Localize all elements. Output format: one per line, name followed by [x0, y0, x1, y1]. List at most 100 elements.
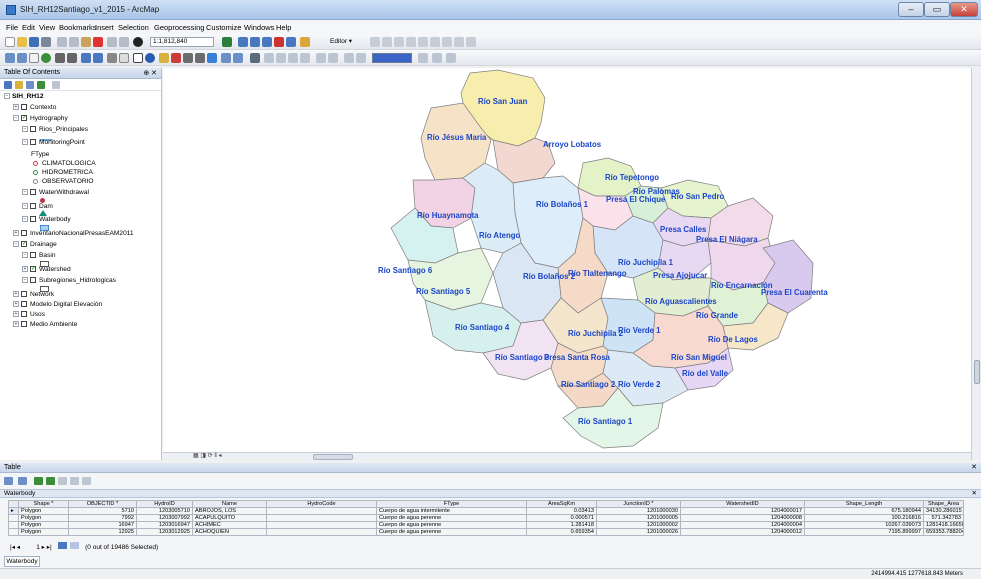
table-cell[interactable]: 1203016947: [136, 521, 193, 529]
time-slider-icon[interactable]: [233, 53, 243, 63]
forward-extent-icon[interactable]: [93, 53, 103, 63]
table-cell[interactable]: 1203012925: [136, 528, 193, 536]
editor-menu[interactable]: Editor ▾: [330, 37, 352, 45]
draw-icon-2[interactable]: [356, 53, 366, 63]
view-toggle-buttons[interactable]: ▦ ◨ ⟳ ‖ ◂: [163, 453, 223, 461]
row-selector[interactable]: [8, 521, 19, 529]
menu-view[interactable]: View: [39, 23, 55, 32]
table-cell[interactable]: 1.281418: [526, 521, 597, 529]
toc-item[interactable]: − ✓ Drainage: [13, 240, 57, 249]
column-header[interactable]: WatershedID: [680, 500, 805, 508]
create-features-icon[interactable]: [466, 37, 476, 47]
expand-toggle-icon[interactable]: −: [13, 241, 19, 248]
column-header[interactable]: HydroCode: [266, 500, 377, 508]
map-horizontal-scrollbar[interactable]: ▦ ◨ ⟳ ‖ ◂: [163, 452, 971, 460]
toc-item[interactable]: − SIH_RH12: [4, 92, 44, 101]
layer-visibility-checkbox[interactable]: [21, 230, 27, 237]
table-cell[interactable]: 1201000005: [596, 514, 681, 522]
table-cell[interactable]: 100.216816: [804, 514, 924, 522]
expand-toggle-icon[interactable]: −: [22, 252, 28, 259]
toc-item[interactable]: + Modelo Digital Elevación: [13, 300, 102, 309]
expand-toggle-icon[interactable]: +: [22, 266, 28, 273]
waterbody-table-tab[interactable]: Waterbody: [4, 556, 40, 567]
menu-customize[interactable]: Customize: [206, 23, 241, 32]
search-window-icon[interactable]: [262, 37, 272, 47]
table-icon[interactable]: [238, 37, 248, 47]
georef-icon-4[interactable]: [300, 53, 310, 63]
map-canvas[interactable]: Río San Juan Río Jésus María Arroyo Loba…: [163, 68, 971, 452]
fixed-zoom-in-icon[interactable]: [55, 53, 65, 63]
table-cell[interactable]: Polygon: [18, 521, 69, 529]
table-cell[interactable]: 1204000004: [680, 521, 805, 529]
layer-visibility-checkbox[interactable]: [30, 216, 36, 223]
toc-item[interactable]: + ✓ Watershed: [22, 265, 71, 274]
layer-visibility-checkbox[interactable]: [30, 126, 36, 133]
close-button[interactable]: ✕: [950, 2, 978, 17]
related-tables-icon[interactable]: [18, 477, 27, 485]
fixed-zoom-out-icon[interactable]: [67, 53, 77, 63]
zoom-out-icon[interactable]: [17, 53, 27, 63]
toc-item[interactable]: CLIMATOLOGICA: [31, 159, 96, 168]
layer-visibility-checkbox[interactable]: [21, 301, 27, 308]
expand-toggle-icon[interactable]: −: [22, 189, 28, 196]
show-selected-records-icon[interactable]: [70, 542, 80, 549]
table-cell[interactable]: 1204000008: [680, 514, 805, 522]
table-cell[interactable]: Cuerpo de agua intermitente: [376, 507, 527, 515]
table-cell[interactable]: 1203007992: [136, 514, 193, 522]
layer-visibility-checkbox[interactable]: [21, 321, 27, 328]
open-icon[interactable]: [17, 37, 27, 47]
identify-icon[interactable]: [145, 53, 155, 63]
layer-visibility-checkbox[interactable]: ✓: [21, 115, 27, 122]
sketch-tool-icon[interactable]: [382, 37, 392, 47]
next-record-icon[interactable]: ▸: [42, 544, 45, 551]
table-cell[interactable]: ACHIMEC: [192, 521, 267, 529]
table-cell[interactable]: Cuerpo de agua perenne: [376, 528, 527, 536]
table-layer-close-icon[interactable]: ✕: [972, 490, 977, 498]
expand-toggle-icon[interactable]: −: [13, 115, 19, 122]
table-cell[interactable]: Cuerpo de agua perenne: [376, 514, 527, 522]
clear-selected-icon[interactable]: [58, 477, 67, 485]
toc-item[interactable]: − Rios_Principales: [22, 125, 88, 134]
map-vertical-scroll-thumb[interactable]: [974, 360, 980, 384]
select-by-attributes-icon[interactable]: [34, 477, 43, 485]
expand-toggle-icon[interactable]: +: [13, 104, 19, 111]
record-number-field[interactable]: 1: [22, 542, 40, 554]
hyperlink-icon[interactable]: [207, 53, 217, 63]
delete-icon[interactable]: [93, 37, 103, 47]
html-popup-icon[interactable]: [221, 53, 231, 63]
modelbuilder-icon[interactable]: [300, 37, 310, 47]
column-header[interactable]: JunctionID *: [596, 500, 681, 508]
column-header[interactable]: Shape *: [18, 500, 69, 508]
toc-item[interactable]: − MonitoringPoint: [22, 138, 85, 147]
map-vertical-scrollbar[interactable]: [971, 68, 981, 460]
toc-item[interactable]: OBSERVATORIO: [31, 177, 94, 186]
menu-insert[interactable]: Insert: [95, 23, 114, 32]
table-cell[interactable]: 1201000026: [596, 528, 681, 536]
expand-toggle-icon[interactable]: −: [22, 277, 28, 284]
column-header[interactable]: Name: [192, 500, 267, 508]
layout-icon[interactable]: [432, 53, 442, 63]
expand-toggle-icon[interactable]: −: [22, 203, 28, 210]
table-cell[interactable]: 675.180944: [804, 507, 924, 515]
menu-edit[interactable]: Edit: [22, 23, 35, 32]
expand-toggle-icon[interactable]: +: [13, 301, 19, 308]
expand-toggle-icon[interactable]: +: [13, 311, 19, 318]
redo-icon[interactable]: [119, 37, 129, 47]
undo-icon[interactable]: [107, 37, 117, 47]
layer-visibility-checkbox[interactable]: [21, 311, 27, 318]
menu-file[interactable]: File: [6, 23, 18, 32]
toc-item[interactable]: + Network: [13, 290, 54, 299]
switch-selection-icon[interactable]: [46, 477, 55, 485]
table-cell[interactable]: 1201000002: [596, 521, 681, 529]
table-cell[interactable]: 1281418.166503: [923, 521, 964, 529]
python-icon[interactable]: [286, 37, 296, 47]
show-all-records-icon[interactable]: [57, 542, 67, 549]
table-cell[interactable]: [266, 507, 377, 515]
spatial-adjust-icon-1[interactable]: [316, 53, 326, 63]
georef-icon-3[interactable]: [288, 53, 298, 63]
layer-visibility-checkbox[interactable]: [30, 252, 36, 259]
expand-toggle-icon[interactable]: −: [22, 216, 28, 223]
expand-toggle-icon[interactable]: −: [22, 126, 28, 133]
table-row[interactable]: Polygon 7992 1203007992 ACAPULQUITO Cuerpo d…: [8, 514, 964, 522]
georef-icon-2[interactable]: [276, 53, 286, 63]
